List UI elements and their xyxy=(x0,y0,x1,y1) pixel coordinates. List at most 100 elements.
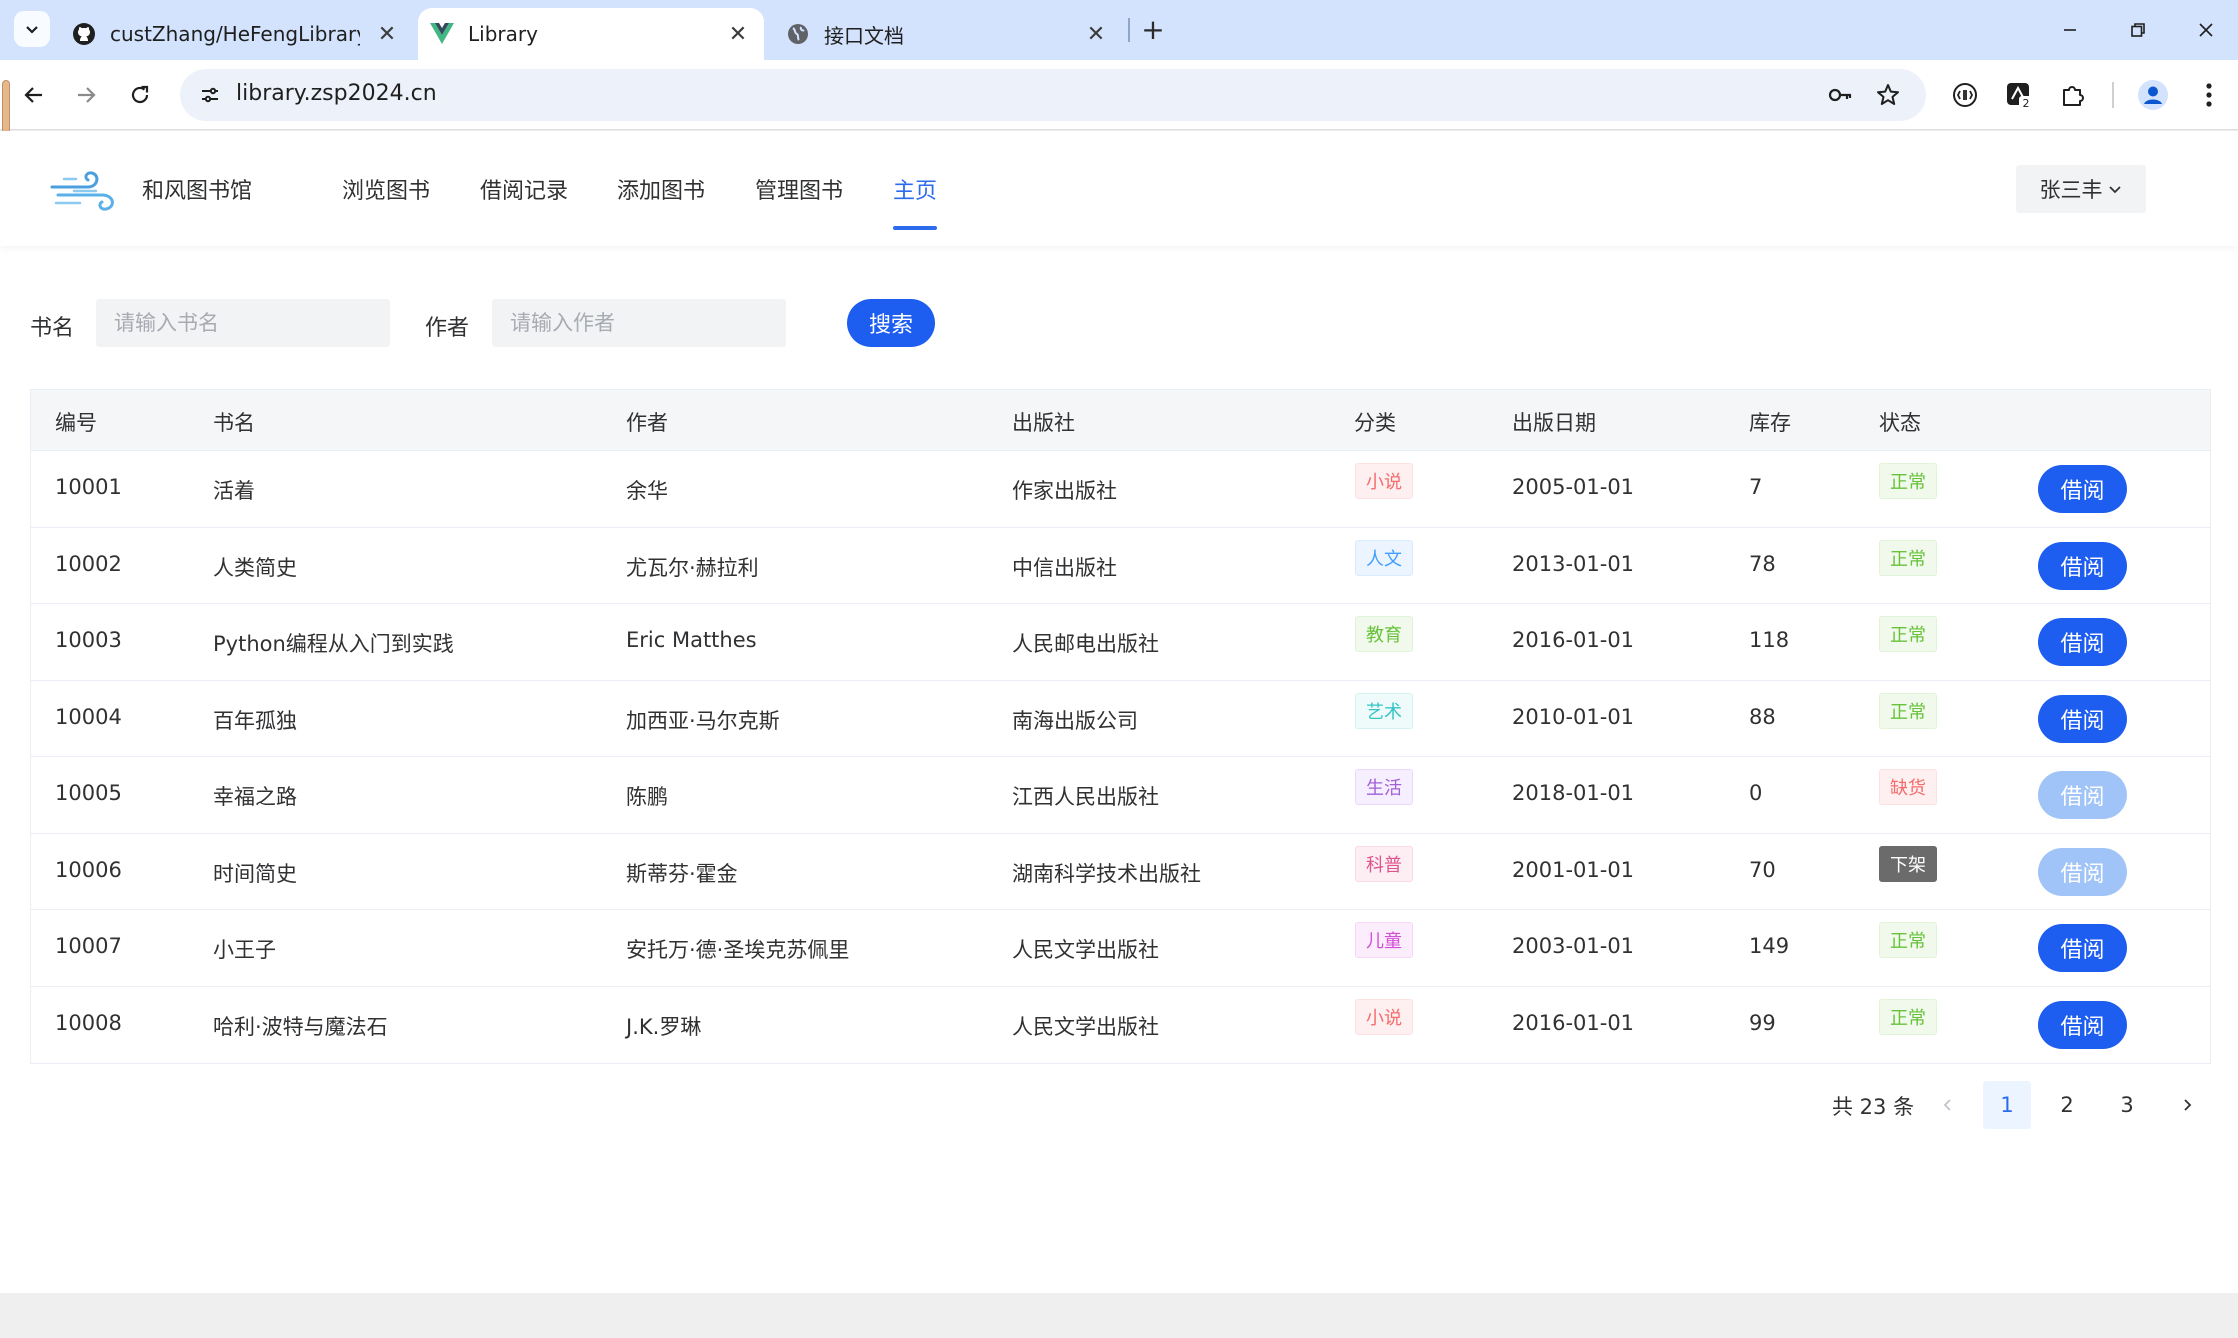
forward-button[interactable] xyxy=(64,73,108,117)
wind-logo-icon[interactable] xyxy=(50,165,118,213)
extensions-puzzle-icon[interactable] xyxy=(2052,74,2094,116)
minimize-button[interactable] xyxy=(2050,12,2090,48)
cell-id: 10001 xyxy=(55,475,122,499)
borrow-button[interactable]: 借阅 xyxy=(2038,924,2127,972)
header-author: 作者 xyxy=(626,411,668,435)
site-info-icon[interactable] xyxy=(192,77,228,113)
borrow-button[interactable]: 借阅 xyxy=(2038,541,2127,590)
table-row: 10004 百年孤独 加西亚·马尔克斯 南海出版公司 2010-01-01 88 艺术 正常 借… xyxy=(31,681,2210,757)
bookmark-star-icon[interactable] xyxy=(1872,79,1904,111)
cell-date: 2001-01-01 xyxy=(1512,857,1635,882)
cell-stock: 78 xyxy=(1749,551,1776,576)
cell-id: 10005 xyxy=(55,781,122,805)
user-name: 张三丰 xyxy=(2039,178,2103,202)
cell-title: 活着 xyxy=(213,479,255,503)
cell-id: 10002 xyxy=(55,551,122,576)
close-tab-icon[interactable]: ✕ xyxy=(1084,22,1108,47)
chevron-down-icon xyxy=(2108,186,2121,194)
cell-publisher: 江西人民出版社 xyxy=(1012,785,1159,809)
close-tab-icon[interactable]: ✕ xyxy=(375,22,399,47)
table-header: 编号 书名 作者 出版社 分类 出版日期 库存 状态 xyxy=(31,390,2210,451)
profile-avatar-icon[interactable] xyxy=(2132,74,2174,116)
status-badge: 下架 xyxy=(1879,845,1937,882)
category-tag: 科普 xyxy=(1355,845,1413,882)
nav-borrow-records[interactable]: 借阅记录 xyxy=(480,173,568,205)
cell-id: 10006 xyxy=(55,857,122,882)
more-menu-icon[interactable] xyxy=(2188,74,2230,116)
extension-badge-icon[interactable]: 2 xyxy=(1998,74,2040,116)
nav-browse-books[interactable]: 浏览图书 xyxy=(342,173,430,205)
page-1-button[interactable]: 1 xyxy=(1983,1081,2031,1129)
status-badge: 正常 xyxy=(1879,539,1937,576)
nav-manage-books[interactable]: 管理图书 xyxy=(755,173,843,205)
cell-author: 斯蒂芬·霍金 xyxy=(626,861,738,886)
borrow-button[interactable]: 借阅 xyxy=(2038,694,2127,743)
borrow-button[interactable]: 借阅 xyxy=(2038,618,2127,666)
address-bar[interactable]: library.zsp2024.cn xyxy=(180,69,1926,121)
browser-tab-library[interactable]: Library ✕ xyxy=(418,8,764,60)
browser-tab-github[interactable]: custZhang/HeFengLibrary-fr ✕ xyxy=(58,8,413,60)
prev-page-button[interactable] xyxy=(1924,1081,1972,1129)
cell-date: 2016-01-01 xyxy=(1512,1010,1635,1035)
borrow-button[interactable]: 借阅 xyxy=(2038,771,2127,819)
nav-add-book[interactable]: 添加图书 xyxy=(617,173,705,205)
tab-title: Library xyxy=(468,22,538,46)
borrow-button[interactable]: 借阅 xyxy=(2038,847,2127,896)
header-date: 出版日期 xyxy=(1512,411,1596,435)
cell-date: 2005-01-01 xyxy=(1512,475,1635,499)
tab-search-button[interactable] xyxy=(14,11,50,47)
page-content: 和风图书馆 浏览图书 借阅记录 添加图书 管理图书 主页 张三丰 书名 作者 搜… xyxy=(0,131,2238,1293)
close-tab-icon[interactable]: ✕ xyxy=(726,22,750,47)
tab-title: custZhang/HeFengLibrary-fr xyxy=(110,22,360,46)
title-search-input[interactable] xyxy=(96,299,390,347)
cell-stock: 118 xyxy=(1749,628,1790,652)
borrow-button[interactable]: 借阅 xyxy=(2038,465,2127,513)
new-tab-button[interactable]: + xyxy=(1136,12,1170,46)
url-text[interactable]: library.zsp2024.cn xyxy=(236,81,437,106)
category-tag: 小说 xyxy=(1355,998,1413,1035)
close-window-button[interactable] xyxy=(2186,12,2226,48)
cell-stock: 149 xyxy=(1749,934,1790,958)
header-stock: 库存 xyxy=(1749,411,1791,435)
page-3-button[interactable]: 3 xyxy=(2103,1081,2151,1129)
brand-name: 和风图书馆 xyxy=(142,179,253,204)
vue-icon xyxy=(430,22,454,46)
extension-translate-icon[interactable] xyxy=(1944,74,1986,116)
password-key-icon[interactable] xyxy=(1824,79,1856,111)
minimize-icon xyxy=(2064,29,2076,31)
user-menu[interactable]: 张三丰 xyxy=(2016,165,2146,213)
restore-button[interactable] xyxy=(2118,12,2158,48)
search-button[interactable]: 搜索 xyxy=(847,299,935,347)
author-search-input[interactable] xyxy=(492,299,786,347)
cell-title: 百年孤独 xyxy=(213,708,297,733)
cell-author: Eric Matthes xyxy=(626,628,757,652)
category-tag: 人文 xyxy=(1355,539,1413,576)
cell-stock: 0 xyxy=(1749,781,1763,805)
reload-button[interactable] xyxy=(118,73,162,117)
page-2-button[interactable]: 2 xyxy=(2043,1081,2091,1129)
page-bottom-area xyxy=(0,1293,2238,1338)
header-publisher: 出版社 xyxy=(1012,411,1075,435)
category-tag: 教育 xyxy=(1355,616,1413,652)
table-row: 10001 活着 余华 作家出版社 2005-01-01 7 小说 正常 借阅 xyxy=(31,451,2210,528)
browser-tab-api-docs[interactable]: 接口文档 ✕ xyxy=(772,8,1122,60)
cell-author: 安托万·德·圣埃克苏佩里 xyxy=(626,938,850,962)
tab-title: 接口文档 xyxy=(824,23,904,48)
status-badge: 缺货 xyxy=(1879,769,1937,805)
borrow-button[interactable]: 借阅 xyxy=(2038,1000,2127,1049)
browser-toolbar: library.zsp2024.cn 2 xyxy=(0,60,2238,130)
status-badge: 正常 xyxy=(1879,692,1937,729)
back-button[interactable] xyxy=(12,73,56,117)
cell-publisher: 湖南科学技术出版社 xyxy=(1012,861,1201,886)
chevron-left-icon xyxy=(1943,1099,1951,1111)
header-category: 分类 xyxy=(1354,411,1396,435)
cell-title: 人类简史 xyxy=(213,555,297,580)
nav-home[interactable]: 主页 xyxy=(893,173,937,205)
cell-date: 2003-01-01 xyxy=(1512,934,1635,958)
active-nav-indicator xyxy=(893,226,937,230)
cell-title: Python编程从入门到实践 xyxy=(213,632,454,656)
cell-date: 2010-01-01 xyxy=(1512,704,1635,729)
cell-publisher: 南海出版公司 xyxy=(1012,708,1138,733)
next-page-button[interactable] xyxy=(2163,1081,2211,1129)
cell-id: 10008 xyxy=(55,1010,122,1035)
